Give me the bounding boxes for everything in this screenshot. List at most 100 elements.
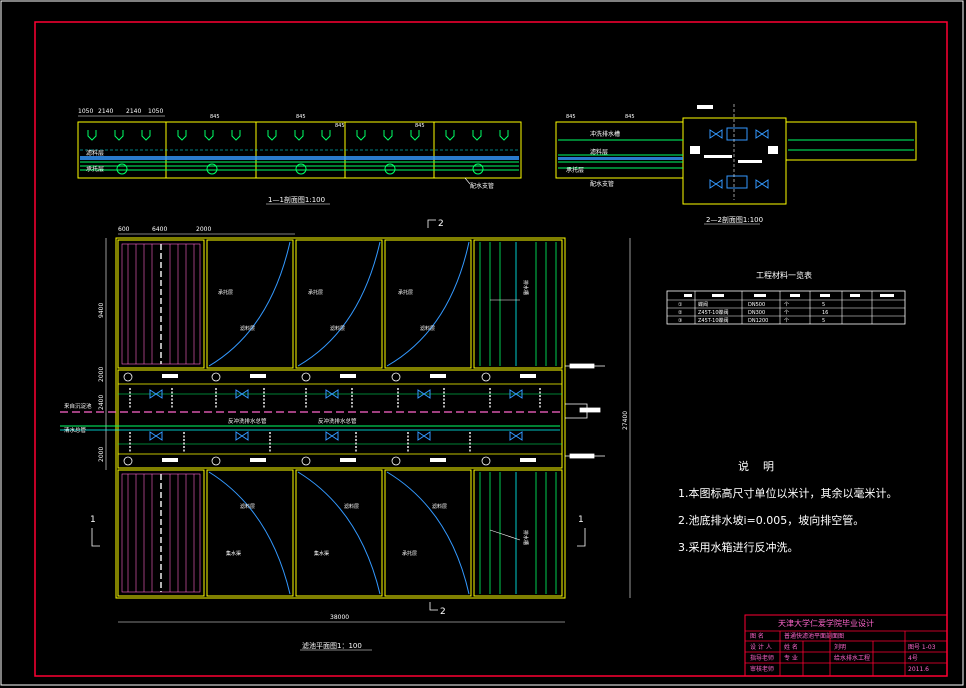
plan-top-row <box>117 239 563 369</box>
section-1-level-1: 845 <box>210 114 220 120</box>
section-1-1: 1050 2140 2140 1050 845 845 845 845 滤料层 … <box>77 108 522 205</box>
section-mark-right-label: 1 <box>578 515 584 525</box>
materials-cell-r3-c4: 个 <box>784 318 789 324</box>
plan-inlet-label: 来自沉淀池 <box>64 402 92 410</box>
plan-cell-label-1: 承托层 <box>218 289 233 296</box>
notes-item-3: 3.采用水箱进行反冲洗。 <box>678 540 799 554</box>
section-2-gallery <box>682 117 787 205</box>
materials-cell-r3-c1: ③ <box>678 318 682 324</box>
materials-table-title: 工程材料一览表 <box>756 270 812 280</box>
title-block-cell-r2-c1: 设 计 人 <box>750 643 772 651</box>
section-mark-top <box>427 219 436 228</box>
section-mark-left-label: 1 <box>90 515 96 525</box>
plan-curves <box>208 241 470 595</box>
title-block-cell-r2-c2: 姓 名 <box>784 643 798 651</box>
plan-cell-label-3: 承托层 <box>308 289 323 296</box>
notes-item-1: 1.本图标高尺寸单位以米计，其余以毫米计。 <box>678 486 898 500</box>
paper-border <box>0 0 964 686</box>
section-1-filter-label: 滤料层 <box>86 149 104 157</box>
cad-drawing-canvas: 1050 2140 2140 1050 845 845 845 845 滤料层 … <box>0 0 964 686</box>
materials-cell-r3-c3: DN1200 <box>748 318 768 324</box>
section-2-trough-label: 冲洗排水槽 <box>590 130 620 138</box>
plan-left-dim-4: 2000 <box>98 447 105 462</box>
plan-cell-label-10: 集水渠 <box>314 550 329 557</box>
plan-right-pipes-bottom <box>479 472 557 594</box>
section-2-right-box <box>785 121 917 161</box>
drawing-frame <box>34 21 948 677</box>
materials-cell-r2-c2: Z45T-10蝶阀 <box>698 309 729 316</box>
section-1-level-4: 845 <box>415 123 425 129</box>
materials-cell-r1-c4: 个 <box>784 302 789 308</box>
materials-cell-r2-c3: DN300 <box>748 310 765 316</box>
plan-view: 600 6400 2000 2 2 1 1 9400 2000 2400 200… <box>60 219 631 651</box>
materials-cell-r1-c5: 5 <box>822 302 825 308</box>
plan-top-dim-3: 2000 <box>196 226 211 233</box>
section-1-pipe-label: 配水支管 <box>470 182 494 190</box>
section-1-level-2: 845 <box>296 114 306 120</box>
materials-cell-r3-c5: 5 <box>822 318 825 324</box>
plan-valves <box>149 389 523 441</box>
plan-outline <box>115 237 566 599</box>
section-2-level-1: 845 <box>566 114 576 120</box>
section-1-support-label: 承托层 <box>86 165 104 173</box>
section-2-filter-label: 滤料层 <box>590 148 608 156</box>
title-block-cell-r3-c2: 专 业 <box>784 654 798 662</box>
plan-gallery-label-2: 反冲洗排水总管 <box>318 417 357 425</box>
materials-table: 工程材料一览表 ① 蝶阀 DN500 个 5 ② Z45T-10蝶阀 DN300 个 16 ③ Z45… <box>666 270 906 325</box>
title-block-cell-r4-c1: 审核老师 <box>750 665 774 673</box>
section-1-dim-2: 2140 <box>98 108 113 115</box>
title-block-cell-r1-c1: 图 名 <box>750 632 764 640</box>
notes-title: 说 明 <box>738 459 774 473</box>
notes: 说 明 1.本图标高尺寸单位以米计，其余以毫米计。 2.池底排水坡i=0.005… <box>678 459 898 554</box>
plan-gallery-pipes <box>60 393 562 445</box>
section-mark-right <box>577 528 586 547</box>
materials-cell-r2-c5: 16 <box>822 310 828 316</box>
section-1-dim-line: 1050 2140 2140 1050 <box>78 108 165 117</box>
plan-cell-label-2: 滤料层 <box>240 325 255 332</box>
plan-cell-label-12: 承托层 <box>402 550 417 557</box>
section-1-troughs <box>87 130 509 141</box>
section-1-title: 1—1剖面图1:100 <box>268 195 325 204</box>
section-2-support-label: 承托层 <box>566 166 584 174</box>
section-1-level-3: 845 <box>335 123 345 129</box>
section-2-title: 2—2剖面图1:100 <box>706 215 763 224</box>
title-block: 天津大学仁爱学院毕业设计 图 名 普通快滤池平面剖面图设 计 人 姓 名 刘明 图号 1… <box>744 614 948 677</box>
plan-cell-label-13: 排水槽 <box>522 280 529 295</box>
title-block-cell-r3-c4: 4号 <box>908 655 918 662</box>
section-1-dim-3: 2140 <box>126 108 141 115</box>
section-mark-bottom-label: 2 <box>440 607 446 617</box>
plan-left-dim-3: 2400 <box>98 395 105 410</box>
plan-cell-label-14: 排水槽 <box>522 530 529 545</box>
plan-cell-label-11: 滤料层 <box>432 503 447 510</box>
title-block-cell-r1-c2: 普通快滤池平面剖面图 <box>784 632 844 640</box>
plan-right-dim: 27400 <box>622 411 629 430</box>
notes-item-2: 2.池底排水坡i=0.005，坡向排空管。 <box>678 513 864 527</box>
materials-cell-r1-c3: DN500 <box>748 302 765 308</box>
plan-bottom-row <box>117 469 563 597</box>
section-2-2: 845 845 冲洗排水槽 滤料层 承托层 配水支管 2—2剖面图1:100 <box>555 104 917 225</box>
plan-left-sand-top <box>121 243 201 365</box>
plan-right-outlets <box>565 363 605 459</box>
section-2-level-2: 845 <box>625 114 635 120</box>
section-1-dim-4: 1050 <box>148 108 163 115</box>
materials-cell-r1-c2: 蝶阀 <box>698 301 708 308</box>
section-1-dim-1: 1050 <box>78 108 93 115</box>
plan-cell-label-6: 滤料层 <box>420 325 435 332</box>
plan-left-dim-2: 2000 <box>98 367 105 382</box>
materials-cell-r2-c1: ② <box>678 310 683 316</box>
section-1-layers <box>80 149 519 171</box>
materials-cell-r2-c4: 个 <box>784 310 789 316</box>
section-mark-bottom <box>429 602 438 611</box>
plan-outlet-label: 清水总管 <box>64 426 87 434</box>
plan-cell-label-5: 承托层 <box>398 289 413 296</box>
title-block-cell-r3-c3: 给水排水工程 <box>834 654 870 662</box>
plan-cell-label-8: 集水渠 <box>226 550 241 557</box>
title-block-school: 天津大学仁爱学院毕业设计 <box>778 618 874 628</box>
plan-top-dim-1: 600 <box>118 226 130 233</box>
plan-cell-label-9: 滤料层 <box>344 503 359 510</box>
plan-left-dim-1: 9400 <box>98 303 105 318</box>
title-block-cell-r3-c1: 指导老师 <box>750 654 774 662</box>
plan-cell-label-7: 滤料层 <box>240 503 255 510</box>
materials-cell-r1-c1: ① <box>678 302 683 308</box>
plan-gallery-label-1: 反冲洗排水总管 <box>228 417 267 425</box>
